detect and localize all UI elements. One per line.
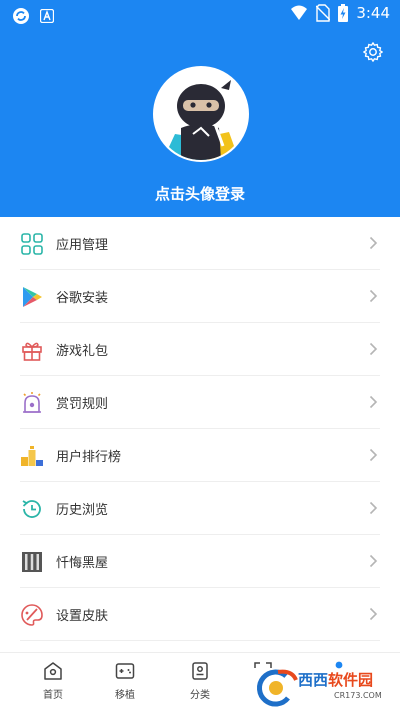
a-app-icon bbox=[40, 9, 54, 23]
profile-header: 3:44 点击头像登录 bbox=[0, 0, 400, 217]
grid-apps-icon bbox=[21, 233, 43, 255]
menu-item-label: 游戏礼包 bbox=[56, 344, 109, 359]
watermark-brand-part2: 软件园 bbox=[328, 671, 374, 689]
gear-icon[interactable] bbox=[362, 41, 384, 63]
gift-icon bbox=[22, 342, 42, 361]
chevron-right-icon bbox=[369, 448, 378, 462]
nav-label: 首页 bbox=[43, 690, 63, 701]
menu-item-app-management[interactable]: 应用管理 bbox=[0, 217, 400, 270]
watermark-logo-icon bbox=[256, 669, 298, 707]
menu-item-history[interactable]: 历史浏览 bbox=[0, 482, 400, 535]
menu-item-penance-room[interactable]: 忏悔黑屋 bbox=[0, 535, 400, 588]
menu-item-label: 用户排行榜 bbox=[56, 450, 122, 465]
menu-item-reward-rules[interactable]: 赏罚规则 bbox=[0, 376, 400, 429]
login-prompt[interactable]: 点击头像登录 bbox=[0, 183, 400, 204]
nav-tab-category[interactable]: 分类 bbox=[165, 661, 235, 701]
battery-charging-icon bbox=[338, 4, 349, 22]
chevron-right-icon bbox=[369, 554, 378, 568]
category-icon bbox=[192, 662, 208, 680]
chevron-right-icon bbox=[369, 342, 378, 356]
sync-app-icon bbox=[13, 8, 29, 24]
menu-item-label: 设置皮肤 bbox=[56, 609, 109, 624]
jail-icon bbox=[22, 552, 42, 572]
watermark: 西西软件园 CR173.COM bbox=[256, 668, 400, 710]
watermark-url: CR173.COM bbox=[334, 691, 382, 700]
wifi-icon bbox=[291, 5, 308, 20]
clock: 3:44 bbox=[356, 4, 390, 22]
history-icon bbox=[22, 500, 41, 518]
watermark-brand: 西西软件园 bbox=[298, 669, 373, 690]
menu-item-label: 赏罚规则 bbox=[56, 397, 109, 412]
menu-item-label: 应用管理 bbox=[56, 238, 109, 253]
home-icon bbox=[44, 662, 62, 680]
menu-item-label: 忏悔黑屋 bbox=[56, 556, 109, 571]
nav-label: 移植 bbox=[115, 690, 135, 701]
chevron-right-icon bbox=[369, 607, 378, 621]
nav-label: 分类 bbox=[190, 690, 210, 701]
menu-item-user-leaderboard[interactable]: 用户排行榜 bbox=[0, 429, 400, 482]
menu-item-google-install[interactable]: 谷歌安装 bbox=[0, 270, 400, 323]
watermark-brand-part1: 西西 bbox=[298, 671, 329, 689]
status-bar: 3:44 bbox=[0, 0, 400, 30]
ninja-avatar-icon bbox=[155, 68, 247, 160]
gamepad-icon bbox=[115, 663, 135, 679]
menu-item-label: 历史浏览 bbox=[56, 503, 109, 518]
chevron-right-icon bbox=[369, 289, 378, 303]
palette-icon bbox=[21, 604, 43, 626]
alarm-bell-icon bbox=[23, 392, 41, 413]
nav-tab-home[interactable]: 首页 bbox=[18, 661, 88, 701]
menu-item-set-skin[interactable]: 设置皮肤 bbox=[0, 588, 400, 641]
chevron-right-icon bbox=[369, 395, 378, 409]
avatar[interactable] bbox=[153, 66, 249, 162]
menu-list: 应用管理 谷歌安装 游戏礼包 赏罚规则 用户排行榜 历史浏览 忏悔黑屋 设置皮肤 bbox=[0, 217, 400, 641]
leaderboard-icon bbox=[21, 446, 43, 466]
no-sim-icon bbox=[316, 4, 331, 22]
chevron-right-icon bbox=[369, 236, 378, 250]
nav-tab-port[interactable]: 移植 bbox=[90, 661, 160, 701]
chevron-right-icon bbox=[369, 501, 378, 515]
menu-item-game-gifts[interactable]: 游戏礼包 bbox=[0, 323, 400, 376]
google-play-icon bbox=[23, 287, 42, 307]
menu-item-label: 谷歌安装 bbox=[56, 291, 109, 306]
